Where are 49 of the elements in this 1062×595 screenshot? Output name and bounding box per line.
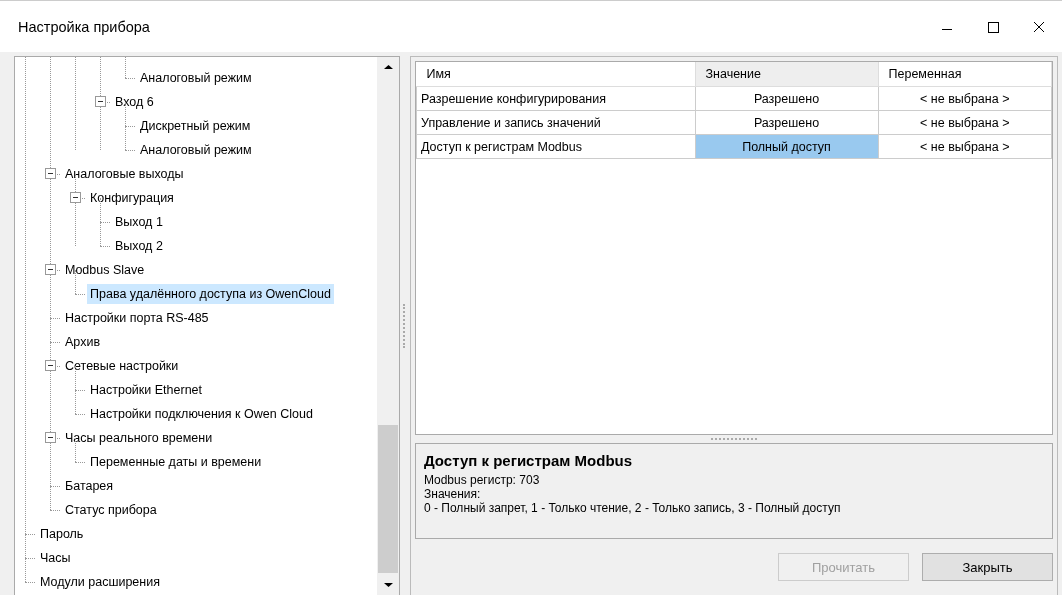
table-cell: < не выбрана > bbox=[878, 86, 1052, 111]
tree-item[interactable]: Аналоговый режим bbox=[137, 140, 255, 160]
tree-item[interactable]: Настройки Ethernet bbox=[87, 380, 206, 400]
tree-item[interactable]: Батарея bbox=[62, 476, 117, 496]
tree-item[interactable]: Настройки порта RS-485 bbox=[62, 308, 212, 328]
tree-item[interactable]: Сетевые настройки bbox=[62, 356, 182, 376]
column-header[interactable]: Значение bbox=[695, 62, 878, 87]
tree-item[interactable]: Права удалённого доступа из OwenCloud bbox=[87, 284, 334, 304]
collapse-icon[interactable] bbox=[45, 360, 56, 371]
description-text: 0 - Полный запрет, 1 - Только чтение, 2 - Только запись, 3 - Полный доступ bbox=[424, 501, 842, 515]
tree-item[interactable]: Аналоговые выходы bbox=[62, 164, 187, 184]
window-title: Настройка прибора bbox=[18, 18, 150, 35]
tree-item[interactable]: Конфигурация bbox=[87, 188, 177, 208]
description-title: Доступ к регистрам Modbus bbox=[424, 452, 634, 469]
table-cell: Доступ к регистрам Modbus bbox=[416, 134, 695, 159]
tree-item[interactable]: Аналоговый режим bbox=[137, 68, 255, 88]
collapse-icon[interactable] bbox=[45, 432, 56, 443]
description-text: Значения: bbox=[424, 487, 482, 501]
collapse-icon[interactable] bbox=[45, 264, 56, 275]
tree-item[interactable]: Настройки подключения к Owen Cloud bbox=[87, 404, 316, 424]
splitter-grip[interactable] bbox=[403, 303, 407, 348]
table-cell[interactable]: Полный доступ bbox=[695, 134, 878, 159]
tree-item[interactable]: Выход 2 bbox=[112, 236, 166, 256]
table-cell[interactable]: Разрешено bbox=[695, 86, 878, 111]
column-header[interactable]: Переменная bbox=[878, 62, 1052, 87]
tree-item[interactable]: Статус прибора bbox=[62, 500, 160, 520]
tree-item[interactable]: Modbus Slave bbox=[62, 260, 148, 280]
tree-item[interactable]: Переменные даты и времени bbox=[87, 452, 265, 472]
table-cell[interactable]: Разрешено bbox=[695, 110, 878, 135]
scrollbar-thumb[interactable] bbox=[378, 425, 398, 573]
tree-item[interactable]: Модули расширения bbox=[37, 572, 163, 592]
tree-item[interactable]: Архив bbox=[62, 332, 104, 352]
collapse-icon[interactable] bbox=[95, 96, 106, 107]
table-cell: Управление и запись значений bbox=[416, 110, 695, 135]
collapse-icon[interactable] bbox=[70, 192, 81, 203]
description-text: Modbus регистр: 703 bbox=[424, 473, 541, 487]
tree-item[interactable]: Пароль bbox=[37, 524, 87, 544]
tree-item[interactable]: Часы bbox=[37, 548, 74, 568]
scrollbar[interactable] bbox=[377, 57, 399, 595]
tree-item[interactable]: Дискретный режим bbox=[137, 116, 254, 136]
tree-item[interactable]: Вход 6 bbox=[112, 92, 157, 112]
dialog-button[interactable]: Закрыть bbox=[922, 553, 1053, 581]
collapse-icon[interactable] bbox=[45, 168, 56, 179]
tree-item[interactable]: Часы реального времени bbox=[62, 428, 216, 448]
table-cell: < не выбрана > bbox=[878, 110, 1052, 135]
column-header[interactable]: Имя bbox=[416, 62, 695, 87]
tree-item[interactable]: Выход 1 bbox=[112, 212, 166, 232]
table-cell: < не выбрана > bbox=[878, 134, 1052, 159]
table-cell: Разрешение конфигурирования bbox=[416, 86, 695, 111]
